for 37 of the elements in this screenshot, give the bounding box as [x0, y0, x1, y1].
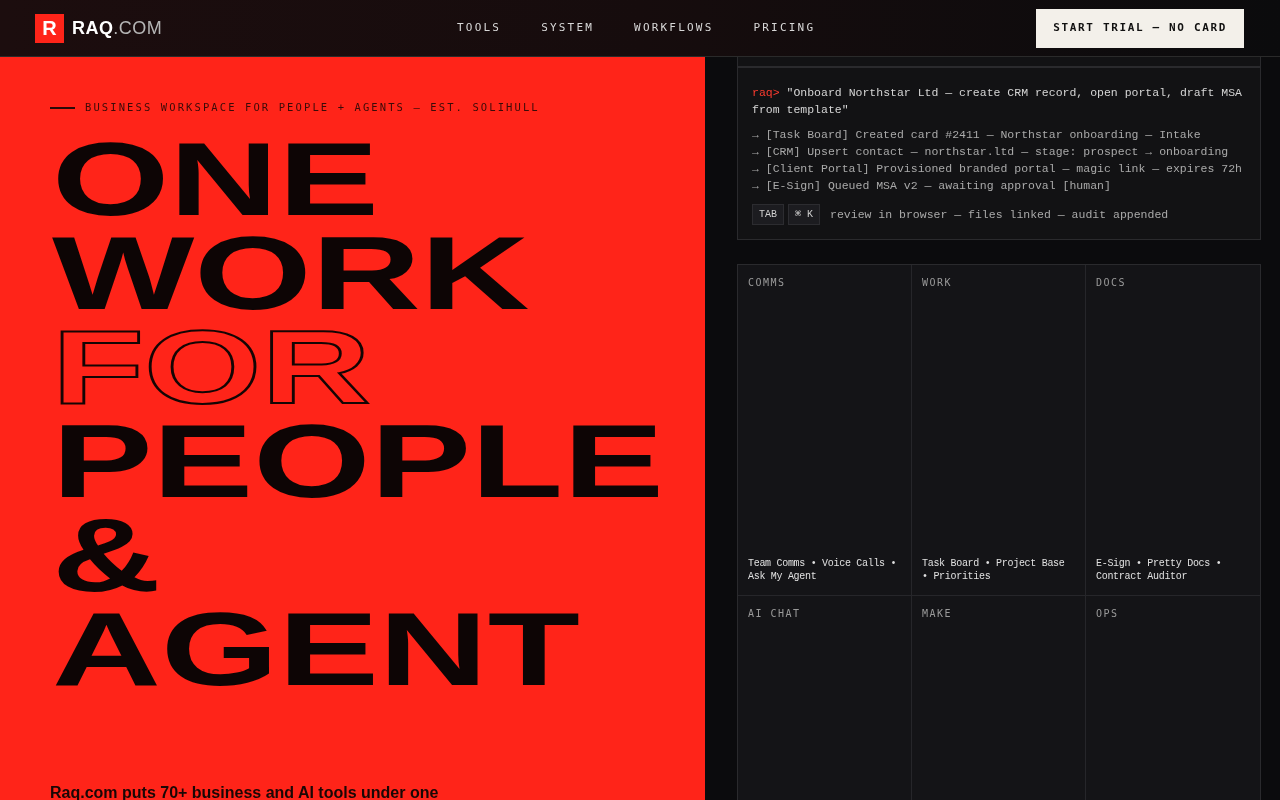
log-line: → [Client Portal] Provisioned branded portal — magic link — expires 72h — [752, 161, 1243, 177]
module-card[interactable]: WORK Task Board • Project Base • Priorities — [912, 265, 1086, 596]
module-card[interactable]: DOCS E-Sign • Pretty Docs • Contract Auditor — [1086, 265, 1260, 596]
module-card[interactable]: COMMS Team Comms • Voice Calls • Ask My Agent — [738, 265, 912, 596]
nav-link[interactable]: PRICING — [753, 19, 816, 37]
nav-link[interactable]: TOOLS — [457, 19, 502, 37]
headline-text: AGENT — [52, 608, 580, 689]
headline-text: WORK — [52, 232, 530, 313]
module-tools: E-Sign • Pretty Docs • Contract Auditor — [1096, 557, 1223, 583]
module-card[interactable]: OPS — [1086, 596, 1260, 800]
key-hint: ⌘ K — [788, 204, 821, 225]
module-label: OPS — [1096, 607, 1120, 621]
module-card[interactable]: MAKE — [912, 596, 1086, 800]
headline-text: & — [52, 514, 161, 595]
logo-text[interactable]: RAQ.COM — [72, 14, 163, 42]
logo-mark[interactable]: R — [35, 13, 64, 43]
module-label: COMMS — [748, 276, 787, 290]
module-label: AI CHAT — [748, 607, 802, 621]
headline-text: PEOPLE — [52, 420, 664, 501]
eyebrow-text: BUSINESS WORKSPACE FOR PEOPLE + AGENTS — EST. SOLIHULL — [85, 100, 540, 115]
headline-text: ONE — [52, 138, 379, 219]
nav-link[interactable]: SYSTEM — [541, 19, 595, 37]
hint-text: review in browser — files linked — audit appended — [830, 207, 1169, 223]
log-line: → [CRM] Upsert contact — northstar.ltd — stage: prospect → onboarding — [752, 144, 1230, 160]
log-line: → [Task Board] Created card #2411 — Northstar onboarding — Intake — [752, 127, 1202, 143]
module-tools: Team Comms • Voice Calls • Ask My Agent — [748, 557, 898, 583]
command-text: raq> "Onboard Northstar Ltd — create CRM record, open portal, draft MSA from template" — [752, 85, 1243, 118]
module-label: DOCS — [1096, 276, 1128, 290]
key-hint: TAB — [752, 204, 784, 225]
module-label: MAKE — [922, 607, 954, 621]
log-line: → [E-Sign] Queued MSA v2 — awaiting approval [human] — [752, 178, 1112, 194]
headline-text: FOR — [52, 326, 371, 407]
nav-link[interactable]: WORKFLOWS — [634, 19, 714, 37]
module-label: WORK — [922, 276, 954, 290]
start-trial-button[interactable]: START TRIAL — NO CARD — [1036, 8, 1244, 48]
module-card[interactable]: AI CHAT — [738, 596, 912, 800]
module-tools: Task Board • Project Base • Priorities — [922, 557, 1066, 583]
